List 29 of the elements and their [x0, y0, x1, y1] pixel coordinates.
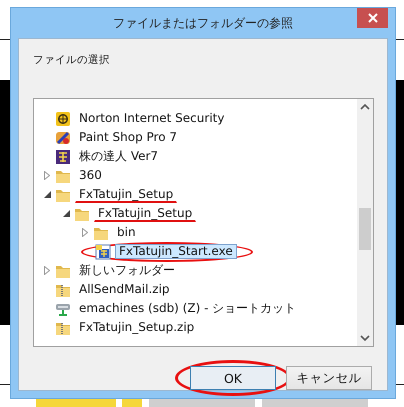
close-button[interactable] [357, 8, 388, 28]
globe-app-icon [55, 110, 71, 126]
tree-item[interactable]: bin [113, 225, 140, 240]
scroll-thumb[interactable] [359, 208, 371, 250]
cancel-button[interactable]: キャンセル [286, 366, 372, 390]
tree-item[interactable]: AllSendMail.zip [75, 282, 174, 297]
tree-item[interactable]: 株の達人 Ver7 [75, 149, 162, 164]
prompt-label: ファイルの選択 [33, 53, 111, 68]
tree-item[interactable]: 360 [75, 168, 106, 183]
tree-item[interactable]: FxTatujin_Setup [94, 206, 196, 222]
collapsed-arrow-icon[interactable] [44, 266, 50, 275]
collapsed-arrow-icon[interactable] [44, 171, 50, 180]
expanded-arrow-icon[interactable] [62, 210, 70, 217]
close-icon [368, 13, 378, 23]
expanded-arrow-icon[interactable] [44, 191, 50, 198]
badge-app-icon [55, 148, 71, 164]
tree-item[interactable]: 新しいフォルダー [75, 263, 179, 278]
tree-item[interactable]: FxTatujin_Start.exe [115, 244, 237, 259]
tree-item[interactable]: FxTatujin_Setup.zip [75, 320, 198, 335]
tree-item[interactable]: Paint Shop Pro 7 [75, 130, 181, 145]
program-icon [95, 244, 111, 260]
tree-item[interactable]: emachines (sdb) (Z) - ショートカット [75, 301, 300, 316]
tree-item[interactable]: Norton Internet Security [75, 111, 228, 126]
tree-item[interactable]: FxTatujin_Setup [75, 186, 178, 202]
scrollbar[interactable] [357, 99, 373, 346]
collapsed-arrow-icon[interactable] [82, 228, 88, 237]
ok-button[interactable]: OK [190, 366, 276, 390]
brush-app-icon [55, 130, 71, 146]
window-title: ファイルまたはフォルダーの参照 [113, 14, 293, 32]
